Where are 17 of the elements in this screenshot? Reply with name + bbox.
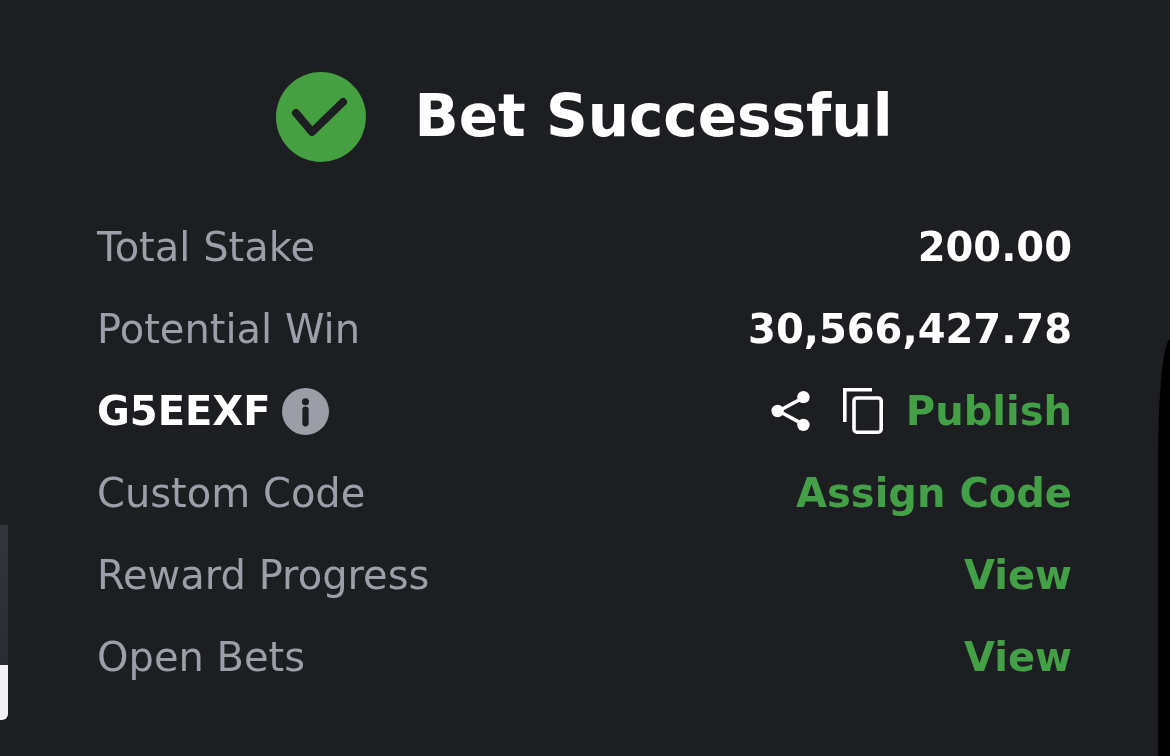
copy-icon[interactable]	[842, 388, 883, 434]
amount-value: 30,566,427.78	[748, 305, 1072, 353]
share-icon[interactable]	[769, 390, 812, 432]
row-label: Custom Code	[97, 469, 366, 517]
bet-code: G5EEXF	[97, 387, 271, 435]
row-label: Open Bets	[97, 633, 306, 681]
row-label: Reward Progress	[97, 551, 430, 599]
success-check-icon	[276, 72, 367, 162]
row-label: Potential Win	[97, 305, 361, 353]
info-icon[interactable]	[282, 387, 330, 435]
confirmation-title: Bet Successful	[414, 85, 893, 149]
assign-code-link[interactable]: Assign Code	[796, 469, 1072, 517]
view-link[interactable]: View	[963, 551, 1072, 599]
amount-value: 200.00	[917, 223, 1072, 271]
view-link[interactable]: View	[963, 633, 1072, 681]
publish-link[interactable]: Publish	[905, 387, 1072, 435]
row-label: Total Stake	[97, 223, 316, 271]
